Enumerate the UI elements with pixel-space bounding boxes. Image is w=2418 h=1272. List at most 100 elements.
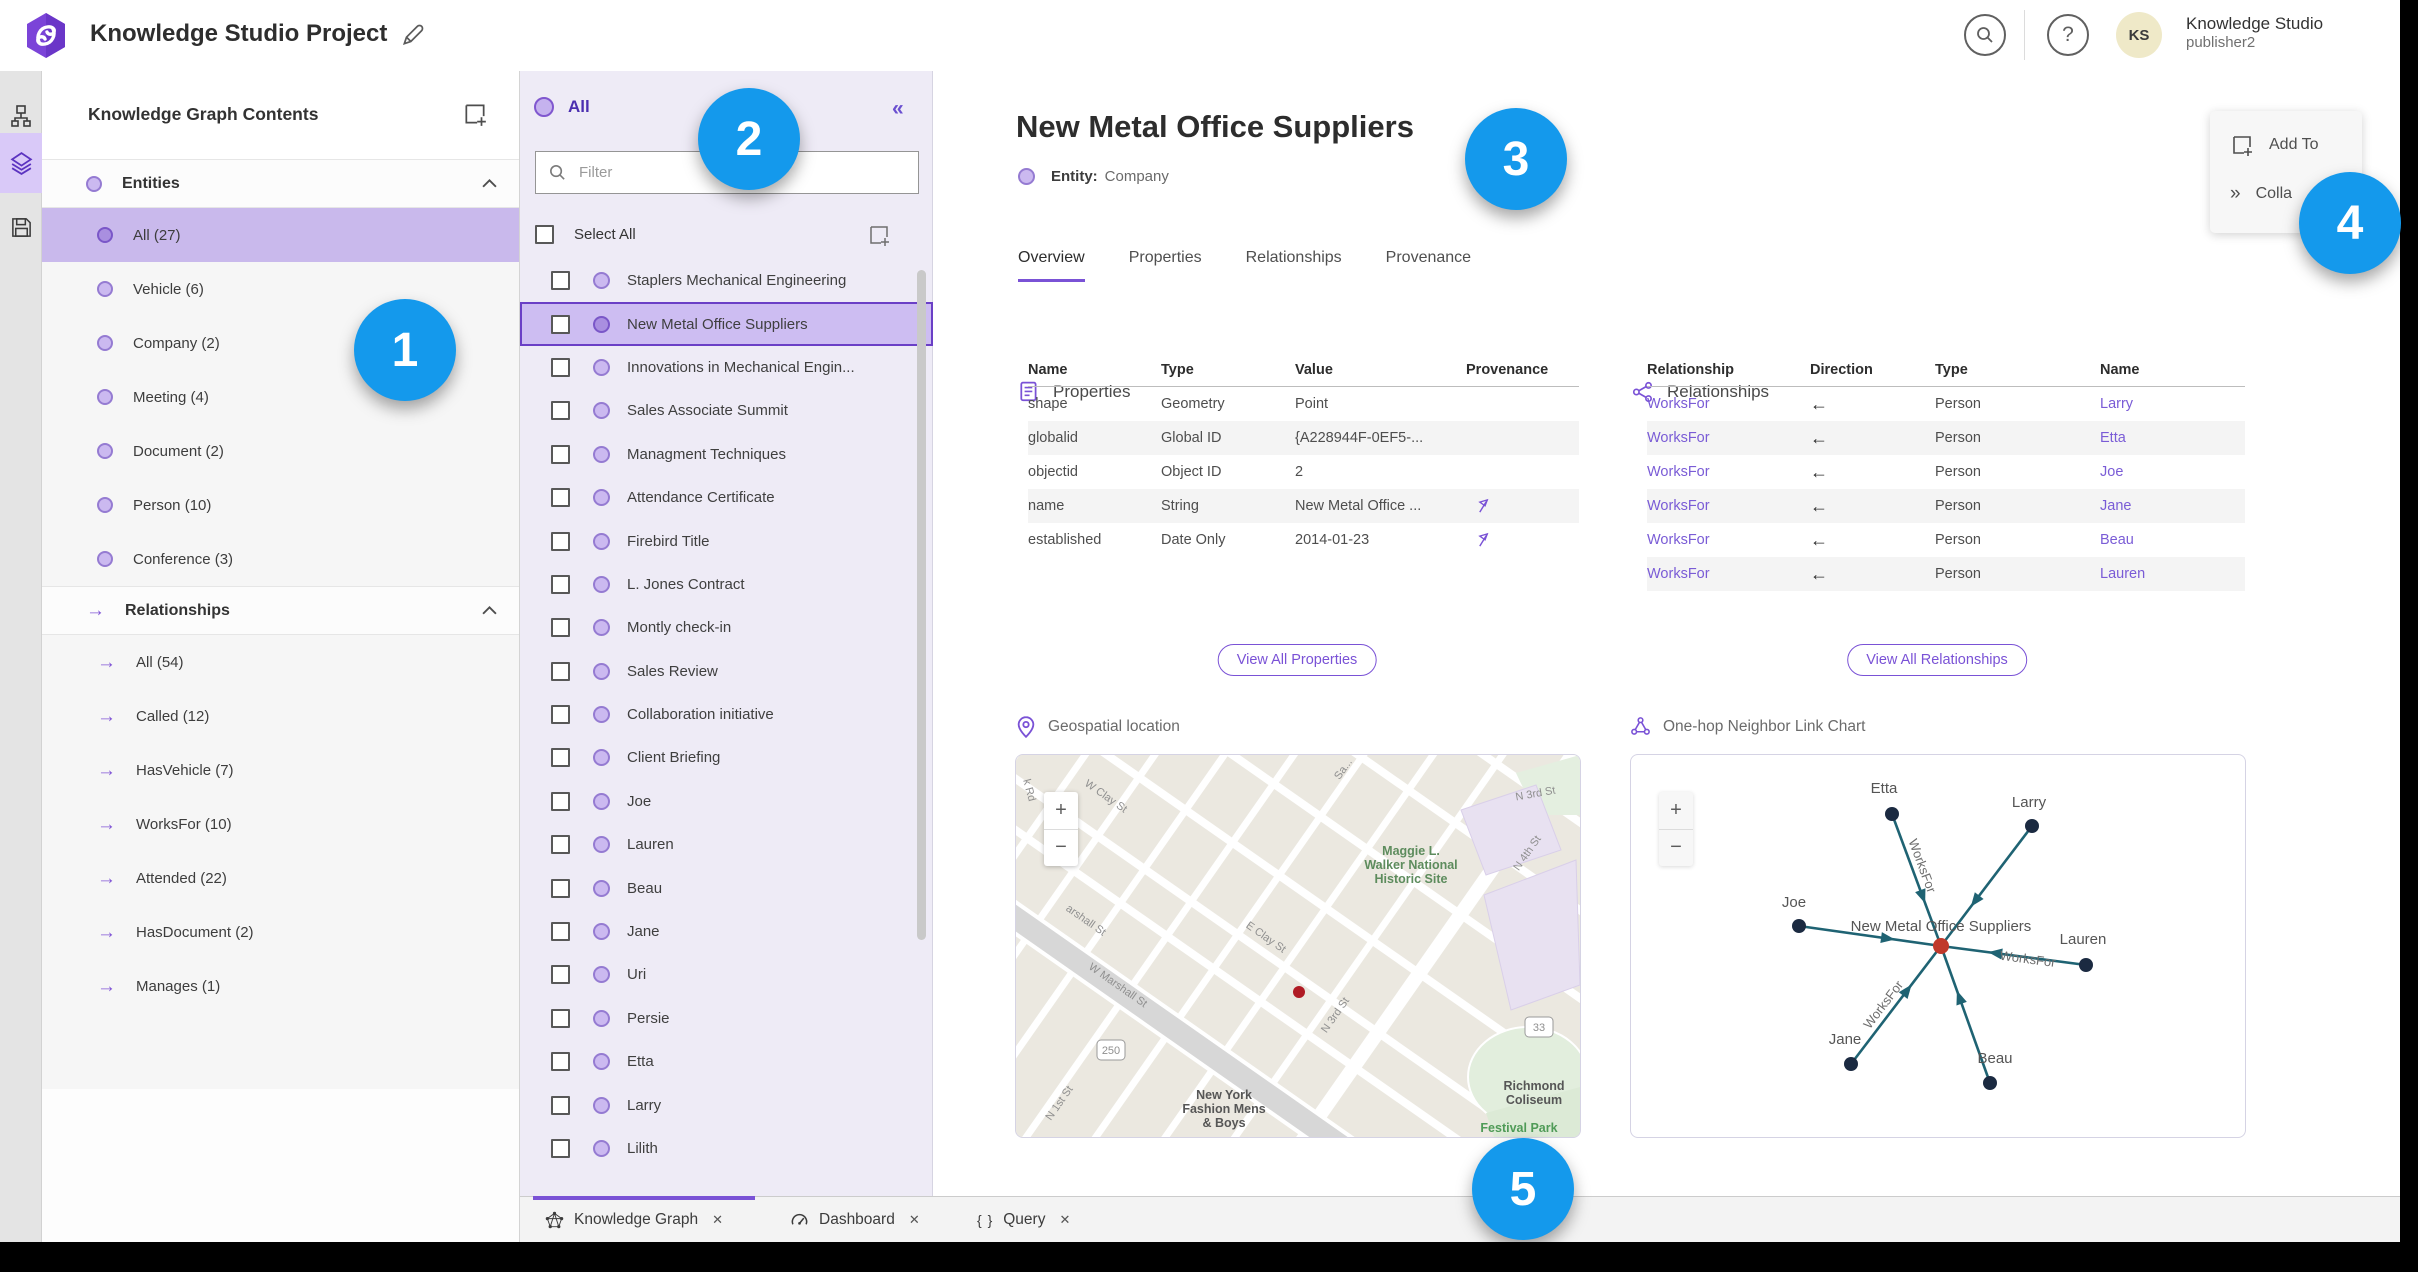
item-checkbox[interactable]	[551, 271, 570, 291]
close-tab-icon[interactable]: ✕	[909, 1212, 920, 1228]
chevron-up-icon[interactable]	[482, 178, 497, 188]
list-item[interactable]: Firebird Title	[520, 519, 933, 562]
item-checkbox[interactable]	[551, 1095, 570, 1115]
item-checkbox[interactable]	[551, 314, 570, 334]
list-item[interactable]: Persie	[520, 997, 933, 1040]
item-checkbox[interactable]	[551, 878, 570, 898]
app-logo-icon[interactable]	[26, 12, 66, 59]
property-row[interactable]: objectid Object ID 2	[1028, 455, 1579, 489]
entity-type-item[interactable]: All (27)	[42, 208, 519, 262]
property-row[interactable]: globalid Global ID {A228944F-0EF5-...	[1028, 421, 1579, 455]
related-entity-link[interactable]: Larry	[2100, 396, 2133, 412]
view-all-properties-button[interactable]: View All Properties	[1217, 644, 1377, 676]
tab-properties[interactable]: Properties	[1129, 249, 1202, 282]
item-checkbox[interactable]	[551, 531, 570, 551]
geospatial-map[interactable]: + − k Rd W Clay St Sa... N 3rd St Maggie…	[1015, 754, 1581, 1138]
relationship-link[interactable]: WorksFor	[1647, 532, 1710, 548]
list-item[interactable]: Sales Associate Summit	[520, 389, 933, 432]
relationship-type-item[interactable]: → HasDocument (2)	[42, 905, 519, 959]
property-row[interactable]: shape Geometry Point	[1028, 387, 1579, 421]
relationship-type-item[interactable]: → Called (12)	[42, 689, 519, 743]
view-all-relationships-button[interactable]: View All Relationships	[1847, 644, 2027, 676]
list-item[interactable]: Lilith	[520, 1127, 933, 1170]
save-rail-button[interactable]	[0, 197, 42, 257]
chevron-up-icon[interactable]	[482, 605, 497, 615]
relationship-row[interactable]: WorksFor ← Person Joe	[1647, 455, 2245, 489]
list-scrollbar[interactable]	[917, 270, 926, 940]
graph-node[interactable]	[1844, 1057, 1858, 1071]
add-to-new-panel-icon[interactable]	[867, 223, 891, 247]
list-item[interactable]: Staplers Mechanical Engineering	[520, 259, 933, 302]
related-entity-link[interactable]: Lauren	[2100, 566, 2145, 582]
list-item[interactable]: Beau	[520, 866, 933, 909]
item-checkbox[interactable]	[551, 1008, 570, 1028]
relationship-link[interactable]: WorksFor	[1647, 498, 1710, 514]
item-checkbox[interactable]	[551, 1052, 570, 1072]
avatar[interactable]: KS	[2116, 12, 2162, 58]
item-checkbox[interactable]	[551, 488, 570, 508]
related-entity-link[interactable]: Etta	[2100, 430, 2126, 446]
tab-overview[interactable]: Overview	[1018, 249, 1085, 282]
entity-type-item[interactable]: Conference (3)	[42, 532, 519, 586]
item-checkbox[interactable]	[551, 401, 570, 421]
relationship-type-item[interactable]: → All (54)	[42, 635, 519, 689]
item-checkbox[interactable]	[551, 705, 570, 725]
item-checkbox[interactable]	[551, 965, 570, 985]
list-item[interactable]: L. Jones Contract	[520, 563, 933, 606]
graph-node[interactable]	[1885, 807, 1899, 821]
select-all-checkbox[interactable]	[535, 224, 554, 244]
provenance-flag-icon[interactable]	[1476, 497, 1493, 514]
item-checkbox[interactable]	[551, 574, 570, 594]
collapse-menu-item[interactable]: » Colla	[2230, 183, 2292, 205]
item-checkbox[interactable]	[551, 791, 570, 811]
item-checkbox[interactable]	[551, 444, 570, 464]
close-tab-icon[interactable]: ✕	[712, 1212, 723, 1228]
relationship-row[interactable]: WorksFor ← Person Larry	[1647, 387, 2245, 421]
relationship-row[interactable]: WorksFor ← Person Jane	[1647, 489, 2245, 523]
entity-type-item[interactable]: Person (10)	[42, 478, 519, 532]
property-row[interactable]: name String New Metal Office ...	[1028, 489, 1579, 523]
item-checkbox[interactable]	[551, 357, 570, 377]
relationship-type-item[interactable]: → Attended (22)	[42, 851, 519, 905]
add-to-new-panel-icon[interactable]	[462, 101, 488, 127]
relationship-type-section-header[interactable]: → Relationships	[42, 586, 519, 635]
zoom-out-button[interactable]: −	[1659, 830, 1693, 867]
list-item[interactable]: Joe	[520, 780, 933, 823]
list-item[interactable]: Jane	[520, 910, 933, 953]
map-point-marker[interactable]	[1293, 986, 1305, 998]
provenance-flag-icon[interactable]	[1476, 531, 1493, 548]
item-checkbox[interactable]	[551, 1139, 570, 1158]
graph-edge[interactable]	[1849, 945, 1943, 1065]
relationship-type-item[interactable]: → Manages (1)	[42, 959, 519, 1013]
relationship-row[interactable]: WorksFor ← Person Lauren	[1647, 557, 2245, 591]
item-checkbox[interactable]	[551, 922, 570, 942]
relationship-link[interactable]: WorksFor	[1647, 464, 1710, 480]
close-tab-icon[interactable]: ✕	[1059, 1212, 1070, 1228]
relationship-row[interactable]: WorksFor ← Person Etta	[1647, 421, 2245, 455]
zoom-out-button[interactable]: −	[1044, 830, 1078, 867]
help-button[interactable]: ?	[2047, 14, 2089, 56]
tab-provenance[interactable]: Provenance	[1386, 249, 1471, 282]
relationship-row[interactable]: WorksFor ← Person Beau	[1647, 523, 2245, 557]
list-item[interactable]: Lauren	[520, 823, 933, 866]
related-entity-link[interactable]: Jane	[2100, 498, 2131, 514]
item-checkbox[interactable]	[551, 618, 570, 638]
add-to-menu-item[interactable]: Add To	[2230, 133, 2319, 157]
link-chart[interactable]: + − WorksFor WorksFor WorksFor Etta Larry Joe…	[1630, 754, 2246, 1138]
collapse-list-icon[interactable]: «	[892, 97, 904, 121]
item-checkbox[interactable]	[551, 748, 570, 768]
list-item[interactable]: Managment Techniques	[520, 433, 933, 476]
relationship-link[interactable]: WorksFor	[1647, 396, 1710, 412]
list-item[interactable]: Sales Review	[520, 650, 933, 693]
edit-title-icon[interactable]	[400, 22, 426, 48]
list-item[interactable]: Attendance Certificate	[520, 476, 933, 519]
item-checkbox[interactable]	[551, 661, 570, 681]
bottom-tab-dashboard[interactable]: Dashboard ✕	[790, 1205, 920, 1235]
graph-node[interactable]	[1983, 1076, 1997, 1090]
relationship-link[interactable]: WorksFor	[1647, 566, 1710, 582]
search-button[interactable]	[1964, 14, 2006, 56]
tab-relationships[interactable]: Relationships	[1246, 249, 1342, 282]
entity-type-item[interactable]: Vehicle (6)	[42, 262, 519, 316]
list-item[interactable]: New Metal Office Suppliers	[520, 302, 933, 346]
list-item[interactable]: Etta	[520, 1040, 933, 1083]
